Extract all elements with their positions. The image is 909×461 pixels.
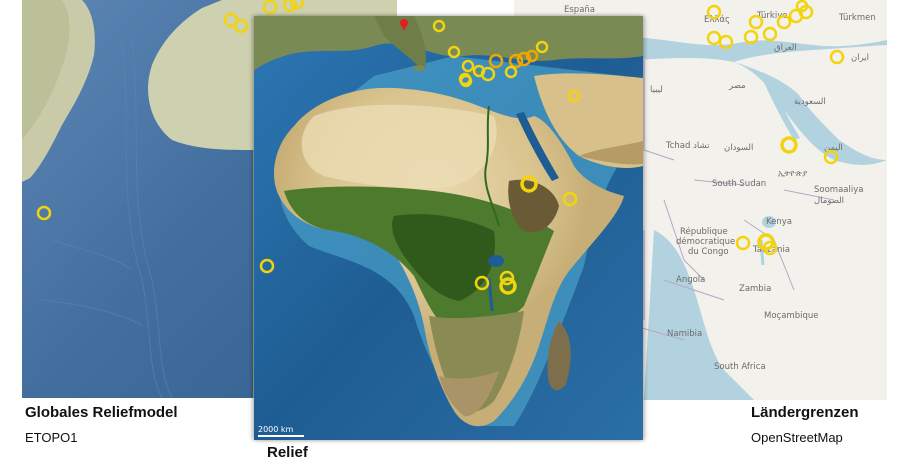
label-turkmen: Türkmen	[838, 13, 876, 23]
label-angola: Angola	[676, 275, 705, 285]
label-drc-3: du Congo	[688, 247, 729, 257]
relief-map-panel[interactable]: 2000 km	[254, 16, 643, 440]
label-iran: ایران	[851, 53, 869, 63]
label-tchad: Tchad تشاد	[665, 141, 710, 151]
osm-caption-title: Ländergrenzen	[751, 404, 859, 421]
etopo1-caption-subtitle: ETOPO1	[25, 430, 78, 445]
label-south-africa: South Africa	[714, 362, 766, 372]
label-drc-2: démocratique	[676, 236, 735, 247]
label-iraq: العراق	[774, 43, 797, 53]
osm-caption-subtitle: OpenStreetMap	[751, 430, 843, 445]
label-drc-1: République	[680, 226, 728, 237]
scale-bar	[258, 435, 304, 437]
label-egypt: مصر	[728, 81, 746, 91]
label-namibia: Namibia	[667, 329, 702, 339]
relief-map-image	[254, 16, 643, 440]
label-somalia-ar: الصومال	[814, 196, 844, 206]
label-ethiopia: ኢትዮጵያ	[778, 169, 808, 179]
label-saudi: السعودية	[794, 97, 826, 107]
relief-caption-title: Relief	[267, 444, 308, 461]
label-kenya: Kenya	[766, 217, 792, 227]
etopo1-caption-title: Globales Reliefmodel	[25, 404, 178, 421]
label-zambia: Zambia	[739, 284, 771, 294]
label-somalia: Soomaaliya	[814, 185, 863, 195]
scale-bar-label: 2000 km	[258, 425, 294, 434]
label-sudan: السودان	[724, 143, 753, 153]
label-libya: ليبيا	[650, 85, 663, 95]
label-mocambique: Moçambique	[764, 311, 818, 321]
label-south-sudan: South Sudan	[712, 179, 766, 189]
label-espana: España	[564, 5, 595, 15]
